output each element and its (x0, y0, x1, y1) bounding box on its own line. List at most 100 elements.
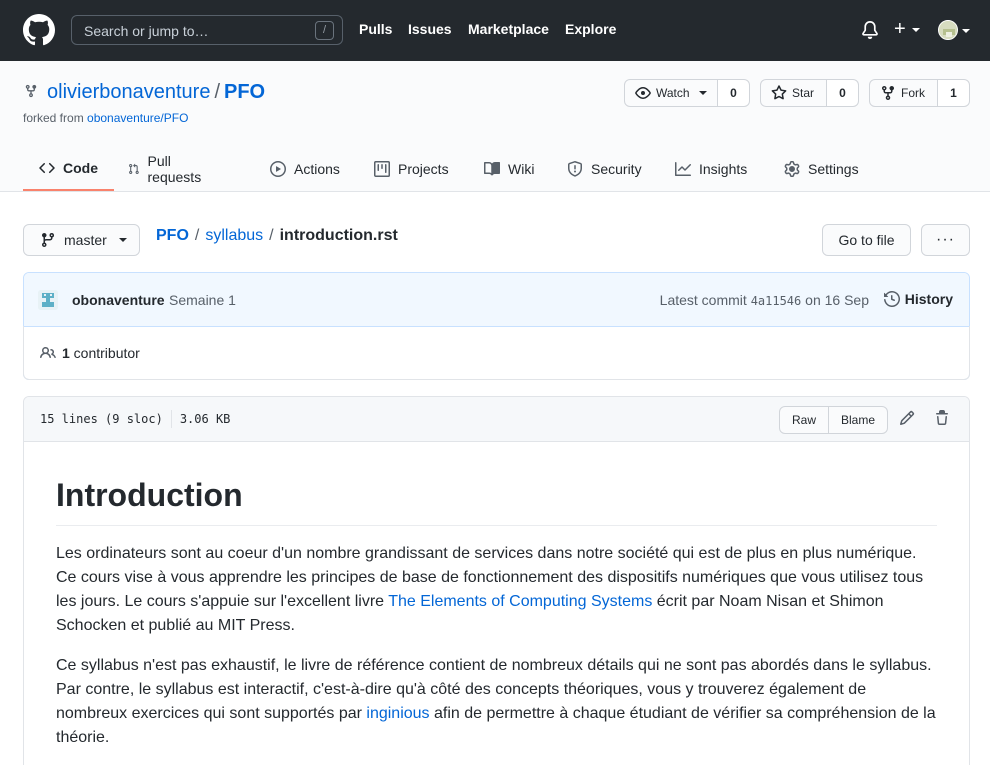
tab-pull-requests-label: Pull requests (147, 153, 202, 185)
branch-name: master (64, 232, 107, 248)
history-link[interactable]: History (883, 291, 953, 307)
repo-owner-link[interactable]: olivierbonaventure (47, 81, 210, 103)
star-icon (771, 85, 787, 100)
commit-sha-link[interactable]: 4a11546 (751, 294, 802, 308)
repo-name-link[interactable]: PFO (224, 81, 265, 103)
branch-selector[interactable]: master (23, 224, 140, 256)
pencil-icon[interactable] (899, 410, 915, 426)
star-group: Star 0 (760, 79, 859, 107)
tab-code[interactable]: Code (23, 147, 114, 191)
avatar (938, 20, 958, 40)
fork-button[interactable]: Fork (869, 79, 938, 107)
tab-settings-label: Settings (808, 161, 859, 177)
eye-icon (635, 87, 651, 99)
blame-button[interactable]: Blame (829, 406, 889, 434)
raw-button[interactable]: Raw (779, 406, 830, 434)
forked-from-prefix: forked from (23, 111, 88, 125)
breadcrumb-separator: / (269, 227, 274, 244)
star-count[interactable]: 0 (827, 79, 859, 107)
github-logo-icon[interactable] (23, 14, 55, 46)
tab-insights-label: Insights (699, 161, 748, 177)
graph-icon (675, 162, 691, 176)
user-menu-button[interactable] (938, 20, 972, 42)
tab-actions[interactable]: Actions (254, 147, 356, 191)
repo-title: olivierbonaventure / PFO (47, 81, 265, 104)
file-viewer: 15 lines (9 sloc) 3.06 KB Raw Blame Intr… (23, 396, 970, 765)
gear-icon (784, 161, 800, 177)
commit-message-link[interactable]: Semaine 1 (169, 292, 236, 308)
tab-wiki-label: Wiki (508, 161, 535, 177)
commit-date: on 16 Sep (805, 292, 869, 308)
tab-security[interactable]: Security (551, 147, 658, 191)
top-header: Search or jump to… / Pulls Issues Market… (0, 0, 990, 61)
git-branch-icon (41, 233, 54, 248)
chevron-down-icon (118, 238, 127, 242)
watch-count[interactable]: 0 (718, 79, 750, 107)
star-button[interactable]: Star (760, 79, 827, 107)
breadcrumb-folder-link[interactable]: syllabus (205, 227, 263, 244)
chevron-down-icon (698, 91, 707, 95)
commit-header: obonaventure Semaine 1 Latest commit 4a1… (24, 273, 969, 327)
breadcrumb-current-file: introduction.rst (279, 227, 398, 244)
tab-code-label: Code (63, 160, 98, 176)
contributors-border (23, 326, 970, 380)
pull-request-icon (129, 163, 139, 175)
latest-commit-label: Latest commit (659, 292, 747, 308)
chevron-down-icon (962, 29, 970, 33)
tab-wiki[interactable]: Wiki (468, 147, 550, 191)
article-paragraph: Ce syllabus n'est pas exhaustif, le livr… (56, 654, 937, 750)
nav-pulls[interactable]: Pulls (359, 21, 392, 37)
commit-meta: Latest commit 4a11546 on 16 Sep (660, 292, 869, 308)
tab-pull-requests[interactable]: Pull requests (112, 147, 222, 191)
tab-settings[interactable]: Settings (768, 147, 875, 191)
watch-label: Watch (656, 86, 690, 100)
file-size: 3.06 KB (179, 412, 231, 426)
nav-marketplace[interactable]: Marketplace (468, 21, 549, 37)
breadcrumb-root-link[interactable]: PFO (156, 227, 189, 244)
chevron-down-icon (912, 28, 920, 32)
tab-security-label: Security (591, 161, 642, 177)
tab-projects[interactable]: Projects (358, 147, 465, 191)
create-new-button[interactable]: + (894, 19, 924, 41)
fork-count[interactable]: 1 (938, 79, 970, 107)
commit-author-link[interactable]: obonaventure (72, 292, 165, 308)
avatar[interactable] (38, 290, 58, 310)
watch-group: Watch 0 (624, 79, 750, 107)
breadcrumb: PFO / syllabus / introduction.rst (156, 227, 398, 245)
divider (170, 410, 172, 428)
shield-icon (568, 161, 582, 177)
file-lines: 15 lines (9 sloc) (40, 412, 163, 426)
plus-icon: + (894, 18, 906, 40)
file-info: 15 lines (9 sloc) 3.06 KB (40, 410, 231, 428)
book-link[interactable]: The Elements of Computing Systems (388, 593, 652, 610)
tab-insights[interactable]: Insights (659, 147, 763, 191)
raw-blame-group: Raw Blame (779, 406, 889, 434)
repo-title-separator: / (214, 81, 220, 103)
forked-from-text: forked from obonaventure/PFO (23, 111, 188, 125)
watch-button[interactable]: Watch (624, 79, 718, 107)
repo-forked-icon (882, 86, 894, 101)
fork-label: Fork (901, 86, 925, 100)
search-input[interactable]: Search or jump to… / (71, 15, 343, 45)
forked-from-link[interactable]: obonaventure/PFO (87, 111, 188, 125)
project-icon (374, 161, 390, 177)
repo-forked-icon (25, 84, 37, 98)
code-icon (39, 162, 55, 174)
more-options-button[interactable]: ··· (921, 224, 970, 256)
article-paragraph: Les ordinateurs sont au coeur d'un nombr… (56, 542, 937, 638)
nav-explore[interactable]: Explore (565, 21, 616, 37)
fork-group: Fork 1 (869, 79, 970, 107)
file-header: 15 lines (9 sloc) 3.06 KB Raw Blame (24, 397, 969, 442)
readme-article: Introduction Les ordinateurs sont au coe… (56, 475, 937, 765)
tab-actions-label: Actions (294, 161, 340, 177)
bell-icon[interactable] (861, 21, 879, 39)
search-placeholder: Search or jump to… (84, 23, 209, 39)
star-label: Star (792, 86, 815, 100)
kebab-horizontal-icon: ··· (936, 231, 955, 248)
inginious-link[interactable]: inginious (366, 705, 429, 722)
search-shortcut-key: / (315, 21, 334, 40)
go-to-file-button[interactable]: Go to file (822, 224, 911, 256)
tab-projects-label: Projects (398, 161, 449, 177)
nav-issues[interactable]: Issues (408, 21, 452, 37)
trash-icon[interactable] (934, 410, 950, 426)
